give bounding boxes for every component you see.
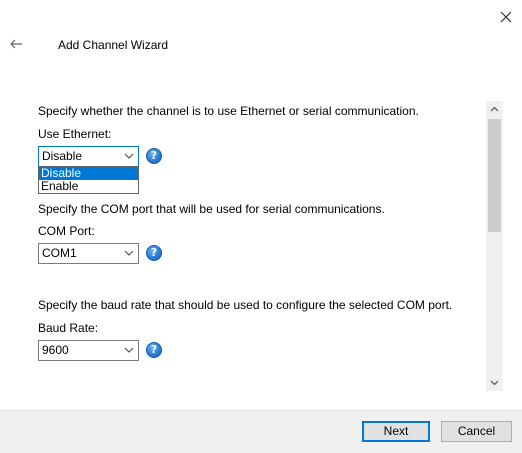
scroll-up-arrow-icon[interactable] [486, 101, 503, 118]
baud-rate-description: Specify the baud rate that should be use… [38, 298, 453, 312]
chevron-down-icon [124, 153, 134, 159]
ethernet-label: Use Ethernet: [38, 127, 112, 141]
vertical-scrollbar[interactable] [486, 101, 503, 391]
use-ethernet-dropdown-list: Disable Enable [38, 166, 139, 194]
baud-rate-help-icon[interactable]: ? [146, 342, 162, 358]
ethernet-help-icon[interactable]: ? [146, 148, 162, 164]
close-icon[interactable] [496, 7, 516, 27]
com-port-description: Specify the COM port that will be used f… [38, 202, 385, 216]
baud-rate-label: Baud Rate: [38, 321, 99, 335]
chevron-down-icon [124, 347, 134, 353]
ethernet-description: Specify whether the channel is to use Et… [38, 104, 419, 118]
next-button[interactable]: Next [362, 421, 430, 442]
chevron-down-icon [124, 250, 134, 256]
use-ethernet-select[interactable]: Disable [38, 146, 139, 167]
cancel-button[interactable]: Cancel [441, 421, 512, 442]
dropdown-option-enable[interactable]: Enable [39, 180, 138, 193]
baud-rate-select[interactable]: 9600 [38, 340, 139, 361]
com-port-label: COM Port: [38, 224, 95, 238]
wizard-title: Add Channel Wizard [58, 38, 169, 52]
com-port-select[interactable]: COM1 [38, 243, 139, 264]
com-port-help-icon[interactable]: ? [146, 245, 162, 261]
com-port-value: COM1 [42, 246, 77, 260]
scrollbar-thumb[interactable] [488, 119, 501, 232]
scroll-down-arrow-icon[interactable] [486, 374, 503, 391]
baud-rate-value: 9600 [42, 343, 69, 357]
back-arrow-icon[interactable] [7, 35, 25, 53]
use-ethernet-value: Disable [42, 149, 83, 163]
